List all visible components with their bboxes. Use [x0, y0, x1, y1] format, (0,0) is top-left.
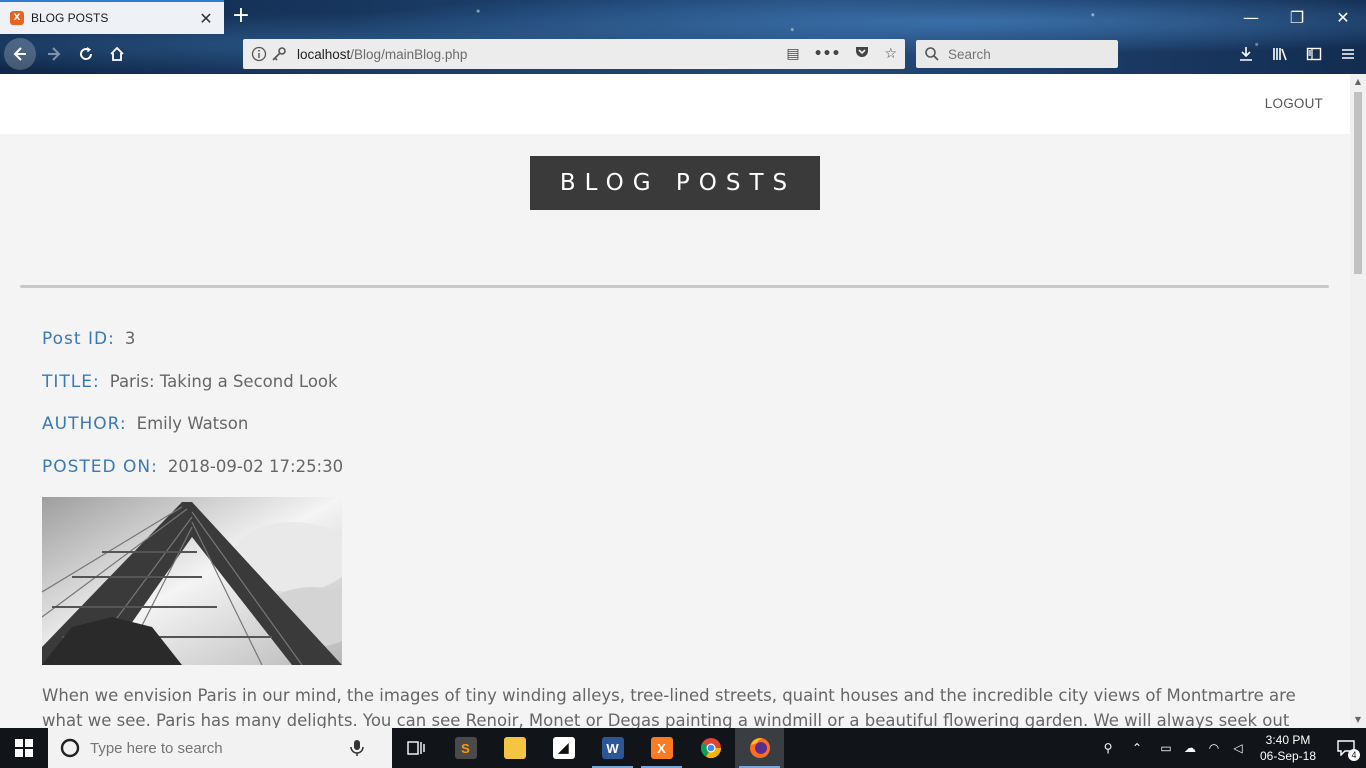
restore-icon[interactable]: ❐ [1274, 0, 1320, 34]
url-host: localhost [297, 46, 351, 62]
tab-close-icon[interactable]: ✕ [198, 9, 214, 28]
file-explorer-icon [503, 737, 526, 759]
xampp-icon: X [650, 737, 673, 759]
search-input[interactable] [948, 46, 1108, 62]
taskbar-search[interactable] [48, 728, 392, 768]
browser-tab-active[interactable]: X BLOG POSTS ✕ [0, 0, 224, 34]
post-body: When we envision Paris in our mind, the … [42, 686, 1296, 728]
sidebar-toggle-icon[interactable] [1302, 38, 1326, 70]
forward-arrow-icon [48, 47, 61, 61]
eiffel-tower-photo [42, 497, 342, 665]
system-tray: ⚲ ⌃ ▭ ☁ ◠ ◁ 3:40 PM 06-Sep-18 4 [1096, 728, 1366, 768]
post-date-field: POSTED ON: 2018-09-02 17:25:30 [42, 457, 343, 477]
post-author-field: AUTHOR: Emily Watson [42, 414, 248, 434]
minimize-icon[interactable]: — [1228, 0, 1274, 34]
navigation-toolbar: localhost/Blog/mainBlog.php ▤ ••• ☆ [0, 34, 1366, 74]
pocket-icon[interactable] [854, 44, 870, 64]
start-button[interactable] [0, 728, 48, 768]
url-actions: ▤ ••• ☆ [786, 44, 897, 64]
forward-button[interactable] [38, 38, 70, 70]
logout-link[interactable]: LOGOUT [1265, 96, 1323, 111]
action-center-button[interactable]: 4 [1326, 728, 1366, 768]
scroll-thumb[interactable] [1354, 92, 1362, 274]
eiffel-tower-illustration [42, 497, 342, 665]
taskbar-app-xampp[interactable]: X [637, 728, 686, 768]
page-scrollbar[interactable]: ▲ ▼ [1350, 74, 1366, 728]
windows-taskbar: S ◢ W X ⚲ ⌃ ▭ ☁ ◠ ◁ 3:40 PM 06-Sep-18 4 [0, 728, 1366, 768]
bookmark-star-icon[interactable]: ☆ [884, 46, 897, 62]
post-title-value: Paris: Taking a Second Look [109, 372, 338, 391]
post-id-label: Post ID: [42, 329, 115, 349]
scroll-up-icon[interactable]: ▲ [1350, 74, 1366, 90]
post-id-value: 3 [124, 329, 136, 348]
taskbar-app-explorer[interactable] [490, 728, 539, 768]
task-view-icon [406, 741, 425, 755]
taskbar-app-firefox[interactable] [735, 728, 784, 768]
search-icon [925, 47, 939, 61]
search-bar[interactable] [916, 40, 1118, 68]
post-author-label: AUTHOR: [42, 414, 127, 434]
home-button[interactable] [101, 38, 133, 70]
sticky-notes-icon: ◢ [552, 737, 575, 759]
post-date-label: POSTED ON: [42, 457, 158, 477]
site-top-bar: LOGOUT [0, 74, 1350, 134]
people-icon[interactable]: ⚲ [1096, 741, 1120, 755]
word-icon: W [601, 737, 624, 759]
page-actions-icon[interactable]: ••• [814, 46, 841, 62]
post-title-label: TITLE: [42, 372, 100, 392]
address-bar[interactable]: localhost/Blog/mainBlog.php ▤ ••• ☆ [243, 39, 905, 69]
back-arrow-icon [13, 47, 26, 61]
microphone-icon[interactable] [350, 739, 364, 757]
reader-view-icon[interactable]: ▤ [786, 46, 799, 62]
sublime-text-icon: S [454, 737, 477, 759]
taskbar-app-sticky-notes[interactable]: ◢ [539, 728, 588, 768]
url-path: /Blog/mainBlog.php [350, 46, 468, 62]
back-button[interactable] [4, 38, 36, 70]
taskbar-app-sublime[interactable]: S [441, 728, 490, 768]
library-icon[interactable] [1268, 38, 1292, 70]
window-controls: — ❐ ✕ [1228, 0, 1366, 34]
page-viewport: LOGOUT BLOG POSTS Post ID: 3 TITLE: Paris:… [0, 74, 1350, 728]
clock-time: 3:40 PM [1265, 733, 1311, 747]
post-author-value: Emily Watson [136, 414, 249, 433]
volume-icon[interactable]: ◁ [1226, 741, 1250, 755]
home-icon [110, 46, 124, 61]
key-icon[interactable] [271, 46, 287, 62]
post-date-value: 2018-09-02 17:25:30 [167, 457, 344, 476]
notification-count-badge: 4 [1348, 749, 1360, 761]
windows-logo-icon [15, 739, 33, 757]
xampp-favicon-icon: X [10, 11, 24, 25]
post-id-field: Post ID: 3 [42, 329, 135, 349]
cortana-icon [60, 738, 80, 758]
show-hidden-icons-icon[interactable]: ⌃ [1120, 741, 1154, 755]
system-clock[interactable]: 3:40 PM 06-Sep-18 [1250, 732, 1326, 764]
taskbar-app-chrome[interactable] [686, 728, 735, 768]
scroll-down-icon[interactable]: ▼ [1350, 712, 1366, 728]
section-divider [20, 285, 1329, 288]
url-text[interactable]: localhost/Blog/mainBlog.php [297, 47, 786, 62]
toolbar-right [1234, 38, 1360, 70]
task-view-button[interactable] [392, 728, 441, 768]
page-title: BLOG POSTS [530, 156, 820, 210]
battery-icon[interactable]: ▭ [1154, 741, 1178, 755]
browser-chrome: X BLOG POSTS ✕ + — ❐ ✕ localhost/Blog/ma… [0, 0, 1366, 74]
taskbar-app-word[interactable]: W [588, 728, 637, 768]
downloads-icon[interactable] [1234, 38, 1258, 70]
reload-button[interactable] [70, 38, 102, 70]
tab-title: BLOG POSTS [31, 11, 109, 25]
reload-icon [80, 47, 93, 60]
info-icon[interactable] [251, 46, 267, 62]
new-tab-button[interactable]: + [230, 4, 252, 28]
firefox-icon [749, 738, 770, 758]
taskbar-search-input[interactable] [90, 739, 350, 757]
onedrive-icon[interactable]: ☁ [1178, 741, 1202, 755]
menu-icon[interactable] [1336, 38, 1360, 70]
post-title-field: TITLE: Paris: Taking a Second Look [42, 372, 338, 392]
wifi-icon[interactable]: ◠ [1202, 741, 1226, 755]
clock-date: 06-Sep-18 [1259, 749, 1317, 763]
chrome-icon [700, 738, 721, 759]
close-window-icon[interactable]: ✕ [1320, 0, 1366, 34]
